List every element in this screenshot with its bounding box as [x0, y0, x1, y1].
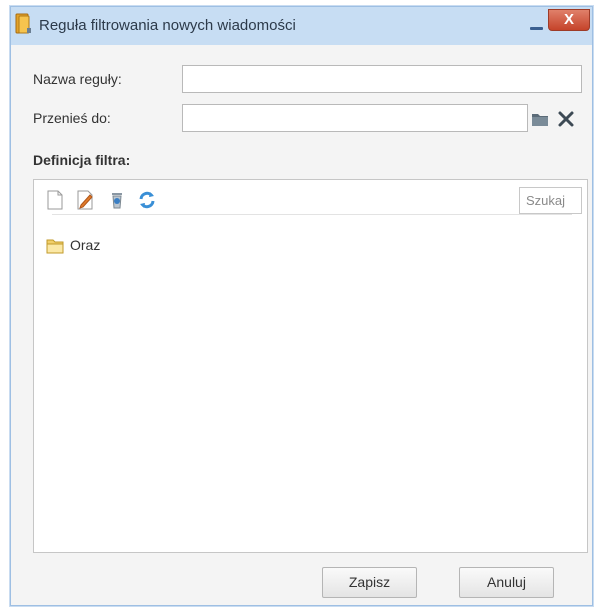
close-button[interactable]: X [548, 9, 590, 31]
edit-icon[interactable] [76, 190, 94, 210]
title-bar[interactable]: Reguła filtrowania nowych wiadomości X [11, 7, 592, 45]
delete-icon[interactable] [108, 190, 126, 210]
filter-definition-label: Definicja filtra: [33, 152, 131, 168]
new-doc-icon[interactable] [46, 190, 64, 210]
move-to-label: Przenieś do: [33, 110, 111, 126]
move-to-input[interactable] [182, 104, 528, 132]
folder-browse-icon[interactable] [531, 110, 549, 128]
window-title: Reguła filtrowania nowych wiadomości [39, 17, 296, 34]
minimize-button[interactable] [525, 17, 547, 33]
filter-definition-panel: Szukaj Oraz [33, 179, 588, 553]
toolbar-divider [52, 214, 572, 215]
search-input[interactable]: Szukaj [519, 187, 582, 214]
save-button[interactable]: Zapisz [322, 567, 417, 598]
folder-icon [46, 239, 64, 254]
rule-name-input[interactable] [182, 65, 582, 93]
clear-icon[interactable] [557, 110, 575, 128]
rule-name-label: Nazwa reguły: [33, 71, 122, 87]
refresh-icon[interactable] [138, 190, 156, 210]
cancel-button[interactable]: Anuluj [459, 567, 554, 598]
dialog-window: Reguła filtrowania nowych wiadomości X N… [10, 6, 593, 606]
rule-book-icon [15, 13, 31, 34]
tree-node-label: Oraz [70, 237, 101, 253]
